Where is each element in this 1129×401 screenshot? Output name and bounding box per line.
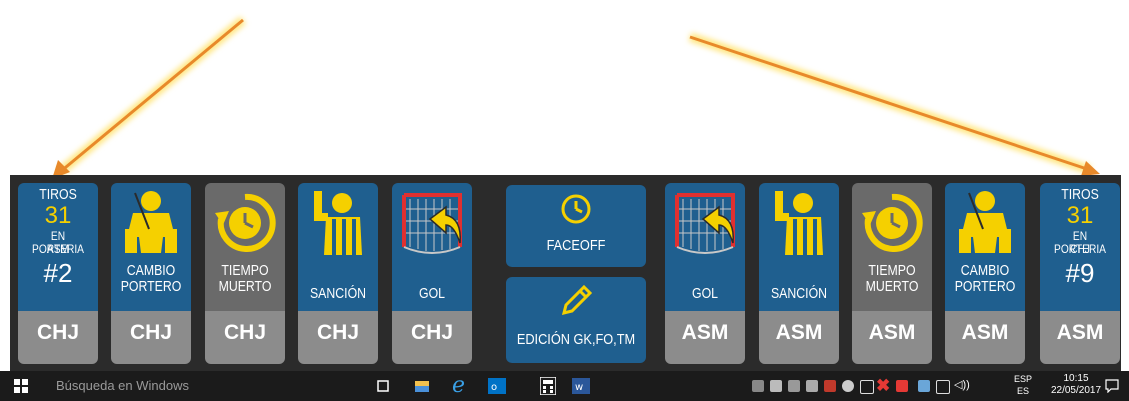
antivirus-icon[interactable]: [824, 380, 836, 392]
team-label: ASM: [945, 311, 1025, 364]
goal-button-asm[interactable]: GOL ASM: [665, 183, 745, 364]
language-bottom: ES: [1016, 386, 1029, 396]
language-indicator[interactable]: ESP ES: [1010, 373, 1036, 397]
left-arrow: [52, 16, 246, 179]
team-label: CHJ: [18, 311, 98, 364]
timeout-clock-icon: [215, 193, 276, 252]
team-label: ASM: [1040, 311, 1120, 364]
referee-icon: [314, 191, 362, 255]
goal-net-icon: [402, 193, 462, 254]
referee-icon: [775, 191, 823, 255]
tray-app-icon[interactable]: [770, 380, 782, 392]
taskbar-clock[interactable]: 10:15 22/05/2017: [1046, 373, 1106, 397]
goal-button-chj[interactable]: GOL CHJ: [392, 183, 472, 364]
error-x-icon[interactable]: ✖: [876, 376, 890, 396]
sync-icon[interactable]: [842, 380, 854, 392]
clock-date: 22/05/2017: [1050, 385, 1102, 396]
language-top: ESP: [1013, 374, 1032, 384]
task-view-icon[interactable]: [376, 379, 390, 393]
goalie-number: #9: [1065, 258, 1095, 288]
clock-time: 10:15: [1063, 373, 1089, 384]
network-drive-icon[interactable]: [806, 380, 818, 392]
edit-button[interactable]: EDICIÓN GK,FO,TM: [506, 277, 646, 363]
taskbar-search-input[interactable]: Búsqueda en Windows: [56, 371, 189, 401]
team-label: ASM: [665, 311, 745, 364]
opponent-label: ASM: [46, 242, 70, 256]
timeout-button-asm[interactable]: TIEMPO MUERTO ASM: [852, 183, 932, 364]
action-label-line1: TIEMPO: [868, 262, 916, 279]
usb-icon[interactable]: [752, 380, 764, 392]
shots-counter: TIROS 31 EN PORTERIA CHJ #9: [1040, 183, 1120, 311]
faceoff-button[interactable]: FACEOFF: [506, 185, 646, 267]
faceoff-label: FACEOFF: [546, 237, 606, 254]
action-label-line1: CAMBIO: [126, 262, 176, 279]
goalie-number: #2: [43, 258, 73, 288]
team-label: CHJ: [205, 311, 285, 364]
network-icon[interactable]: [936, 380, 950, 394]
shots-count: 31: [1066, 202, 1094, 229]
timeout-button-chj[interactable]: TIEMPO MUERTO CHJ: [205, 183, 285, 364]
clock-icon: [561, 194, 591, 224]
action-label-line2: PORTERO: [954, 278, 1016, 295]
action-label: SANCIÓN: [309, 285, 367, 302]
edge-icon[interactable]: e: [452, 373, 465, 399]
window-icon[interactable]: [860, 380, 874, 394]
pencil-icon: [561, 285, 592, 316]
word-icon[interactable]: w: [572, 378, 590, 394]
shots-tile-chj[interactable]: TIROS 31 EN PORTERIA ASM #2 CHJ: [18, 183, 98, 364]
shots-label: TIROS: [1061, 186, 1099, 203]
action-label-line2: MUERTO: [218, 278, 272, 295]
action-label-line2: PORTERO: [120, 278, 182, 295]
calculator-icon[interactable]: [540, 377, 556, 395]
bluetooth-icon[interactable]: [918, 380, 930, 392]
team-label: CHJ: [298, 311, 378, 364]
team-label: CHJ: [111, 311, 191, 364]
file-explorer-icon[interactable]: [414, 378, 430, 394]
action-label: GOL: [692, 285, 718, 302]
right-arrow: [688, 32, 1100, 176]
outlook-icon[interactable]: o: [488, 378, 506, 394]
team-label: ASM: [852, 311, 932, 364]
windows-taskbar: Búsqueda en Windows e o w ✖ ◁)) ESP ES 1…: [0, 371, 1129, 401]
timeout-clock-icon: [862, 193, 923, 252]
shots-count: 31: [44, 202, 72, 229]
printer-icon[interactable]: [788, 380, 800, 392]
action-label: SANCIÓN: [770, 285, 828, 302]
goal-net-icon: [675, 193, 735, 254]
goalie-icon: [125, 191, 177, 253]
action-label-line1: TIEMPO: [221, 262, 269, 279]
goalie-change-button-chj[interactable]: CAMBIO PORTERO CHJ: [111, 183, 191, 364]
goalie-change-button-asm[interactable]: CAMBIO PORTERO ASM: [945, 183, 1025, 364]
svg-text:o: o: [491, 382, 497, 393]
shots-counter: TIROS 31 EN PORTERIA ASM #2: [18, 183, 98, 311]
goalie-icon: [959, 191, 1011, 253]
action-label: GOL: [419, 285, 445, 302]
shots-tile-asm[interactable]: TIROS 31 EN PORTERIA CHJ #9 ASM: [1040, 183, 1120, 364]
team-label: CHJ: [392, 311, 472, 364]
volume-icon[interactable]: ◁)): [954, 378, 970, 392]
action-center-icon[interactable]: [1105, 379, 1119, 393]
shots-label: TIROS: [39, 186, 77, 203]
flag-icon[interactable]: [896, 380, 908, 392]
windows-start-icon[interactable]: [14, 379, 28, 393]
penalty-button-chj[interactable]: SANCIÓN CHJ: [298, 183, 378, 364]
svg-text:w: w: [575, 382, 583, 393]
action-label-line2: MUERTO: [865, 278, 919, 295]
opponent-label: CHJ: [1070, 242, 1090, 256]
team-label: ASM: [759, 311, 839, 364]
penalty-button-asm[interactable]: SANCIÓN ASM: [759, 183, 839, 364]
edit-label: EDICIÓN GK,FO,TM: [516, 331, 636, 348]
action-label-line1: CAMBIO: [960, 262, 1010, 279]
